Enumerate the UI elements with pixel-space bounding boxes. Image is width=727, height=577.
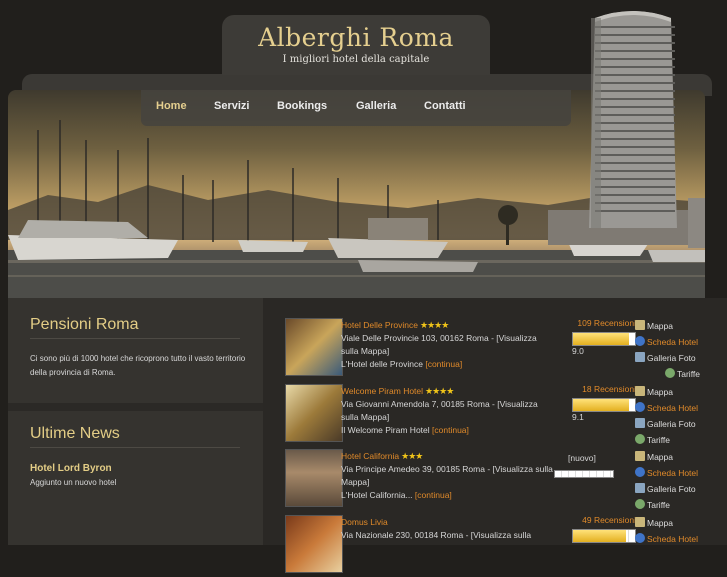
hotel-photo[interactable]: [285, 515, 343, 573]
hotel-photo[interactable]: [285, 318, 343, 376]
price-icon: [635, 499, 645, 509]
map-link[interactable]: Mappa: [635, 517, 673, 528]
scheda-hotel-link[interactable]: Scheda Hotel: [635, 533, 698, 544]
rating-score: 9.1: [572, 412, 584, 422]
divider: [30, 447, 240, 448]
map-icon: [635, 517, 645, 527]
rating-bar: [572, 332, 636, 346]
reviews-link[interactable]: 49 Recensioni: [572, 515, 636, 525]
hotel-description: L'Hotel California... [continua]: [341, 490, 452, 500]
section-separator: [8, 403, 263, 411]
hotel-card: Hotel California ★★★ Via Principe Amedeo …: [263, 449, 727, 511]
pensioni-text: Ci sono più di 1000 hotel che ricoprono …: [30, 354, 246, 377]
hotel-card: Domus Livia Via Nazionale 230, 00184 Rom…: [263, 515, 727, 577]
photo-icon: [635, 483, 645, 493]
nav-galleria[interactable]: Galleria: [356, 100, 396, 112]
gallery-link[interactable]: Galleria Foto: [635, 352, 696, 363]
tariffe-link[interactable]: Tariffe: [635, 434, 670, 445]
info-icon: [635, 467, 645, 477]
new-badge: [nuovo]: [568, 453, 596, 463]
hotel-name-link[interactable]: Hotel California ★★★: [341, 451, 423, 462]
map-link[interactable]: Mappa: [635, 386, 673, 397]
reviews-link[interactable]: 109 Recensioni: [572, 318, 636, 328]
hotel-description: Il Welcome Piram Hotel [continua]: [341, 425, 469, 435]
continua-link[interactable]: [continua]: [415, 490, 452, 500]
hotel-name-link[interactable]: Welcome Piram Hotel ★★★★: [341, 386, 454, 397]
hotel-photo[interactable]: [285, 384, 343, 442]
site-subtitle: I migliori hotel della capitale: [282, 54, 430, 65]
map-link[interactable]: Mappa: [635, 320, 673, 331]
nav-bookings[interactable]: Bookings: [277, 100, 327, 112]
star-rating: ★★★★: [425, 386, 454, 396]
hotel-name-link[interactable]: Domus Livia: [341, 517, 388, 527]
hotel-card: Welcome Piram Hotel ★★★★ Via Giovanni Ame…: [263, 384, 727, 446]
map-link[interactable]: Mappa: [635, 451, 673, 462]
info-icon: [635, 402, 645, 412]
news-heading: Ultime News: [30, 425, 120, 442]
gallery-link[interactable]: Galleria Foto: [635, 483, 696, 494]
pensioni-heading: Pensioni Roma: [30, 316, 139, 333]
hotel-address[interactable]: Via Giovanni Amendola 7, 00185 Roma - [V…: [341, 398, 556, 424]
star-rating: ★★★: [401, 451, 423, 461]
info-icon: [635, 336, 645, 346]
map-icon: [635, 320, 645, 330]
gallery-link[interactable]: Galleria Foto: [635, 418, 696, 429]
reviews-link[interactable]: 18 Recensioni: [572, 384, 636, 394]
main-nav: Home Servizi Bookings Galleria Contatti: [141, 90, 571, 126]
tariffe-link[interactable]: Tariffe: [635, 499, 670, 510]
photo-icon: [635, 352, 645, 362]
continua-link[interactable]: [continua]: [425, 359, 462, 369]
divider: [30, 338, 240, 339]
rating-bar: [554, 470, 614, 478]
hotel-address[interactable]: Via Nazionale 230, 00184 Roma - [Visuali…: [341, 529, 556, 542]
continua-link[interactable]: [continua]: [432, 425, 469, 435]
scheda-hotel-link[interactable]: Scheda Hotel: [635, 402, 698, 413]
hotel-address[interactable]: Viale Delle Provincie 103, 00162 Roma - …: [341, 332, 556, 358]
site-title[interactable]: Alberghi Roma: [222, 23, 490, 52]
news-item-text: Aggiunto un nuovo hotel: [30, 478, 117, 487]
map-icon: [635, 451, 645, 461]
scheda-hotel-link[interactable]: Scheda Hotel: [635, 336, 698, 347]
tower-building-image: [589, 11, 677, 228]
news-item-title[interactable]: Hotel Lord Byron: [30, 463, 112, 474]
hotel-address[interactable]: Via Principe Amedeo 39, 00185 Roma - [Vi…: [341, 463, 556, 489]
hotel-list: Hotel Delle Province ★★★★ Viale Delle Pro…: [263, 298, 727, 573]
sidebar: Pensioni Roma Ci sono più di 1000 hotel …: [8, 298, 263, 545]
rating-score: 9.0: [572, 346, 584, 356]
hotel-description: L'Hotel delle Province [continua]: [341, 359, 463, 369]
site-header: Alberghi Roma I migliori hotel della cap…: [222, 15, 490, 75]
nav-contatti[interactable]: Contatti: [424, 100, 466, 112]
star-rating: ★★★★: [420, 320, 449, 330]
info-icon: [635, 533, 645, 543]
photo-icon: [635, 418, 645, 428]
hotel-card: Hotel Delle Province ★★★★ Viale Delle Pro…: [263, 318, 727, 380]
tariffe-link[interactable]: Tariffe: [665, 368, 700, 379]
rating-bar: [572, 398, 636, 412]
nav-servizi[interactable]: Servizi: [214, 100, 249, 112]
price-icon: [635, 434, 645, 444]
scheda-hotel-link[interactable]: Scheda Hotel: [635, 467, 698, 478]
map-icon: [635, 386, 645, 396]
hotel-photo[interactable]: [285, 449, 343, 507]
rating-bar: [572, 529, 636, 543]
hotel-name-link[interactable]: Hotel Delle Province ★★★★: [341, 320, 449, 331]
price-icon: [665, 368, 675, 378]
nav-home[interactable]: Home: [156, 100, 187, 112]
